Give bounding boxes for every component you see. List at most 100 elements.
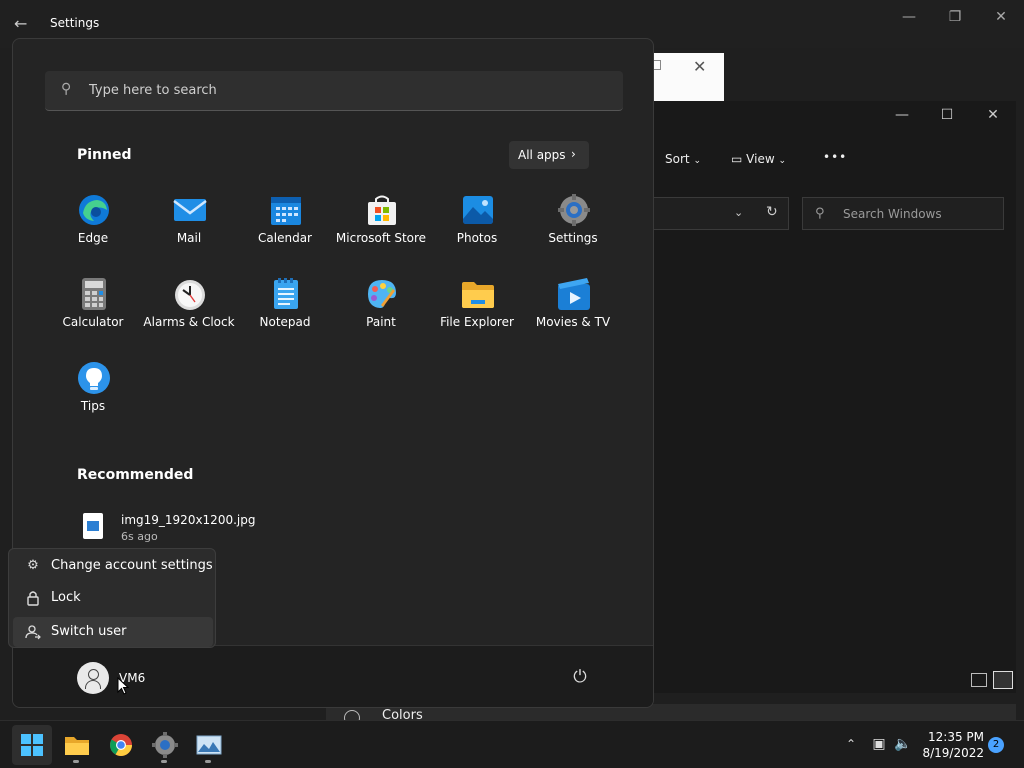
taskbar-clock[interactable]: 12:35 PM 8/19/2022	[920, 729, 984, 761]
calculator-icon	[82, 278, 106, 310]
clock-icon	[175, 280, 205, 310]
pinned-app-calculator[interactable]: Calculator	[45, 263, 141, 341]
pinned-app-paint[interactable]: Paint	[333, 263, 429, 341]
gear-user-icon: ⚙	[27, 558, 39, 573]
start-search-input[interactable]: ⚲ Type here to search	[45, 71, 623, 111]
app-name: Calendar	[258, 231, 312, 245]
app-name: Movies & TV	[535, 315, 611, 329]
view-label: View	[746, 152, 775, 166]
pinned-app-photos[interactable]: Photos	[429, 179, 525, 257]
change-account-settings-item[interactable]: ⚙ Change account settings	[13, 551, 213, 581]
details-view-icon[interactable]	[971, 673, 987, 687]
app-name: Calculator	[62, 315, 124, 329]
back-arrow-icon[interactable]: ←	[14, 14, 34, 34]
pinned-app-mail[interactable]: Mail	[141, 179, 237, 257]
more-options-icon[interactable]: •••	[823, 150, 847, 164]
pinned-app-microsoft-store[interactable]: Microsoft Store	[333, 179, 429, 257]
start-search-placeholder: Type here to search	[89, 83, 217, 98]
search-icon: ⚲	[815, 206, 825, 221]
movies-icon	[558, 278, 590, 310]
notepad-icon	[274, 278, 298, 309]
start-button[interactable]	[12, 725, 52, 765]
app-name: Photos	[456, 231, 498, 245]
lock-item[interactable]: Lock	[13, 583, 213, 613]
menu-item-label: Change account settings	[51, 558, 213, 573]
all-apps-button[interactable]: All apps ›	[509, 141, 589, 169]
view-button[interactable]: ▭ View ⌄	[731, 152, 786, 166]
running-indicator	[161, 760, 167, 763]
switch-user-icon	[25, 624, 41, 640]
app-name: Edge	[77, 231, 109, 245]
running-indicator	[205, 760, 211, 763]
refresh-icon[interactable]: ↻	[766, 204, 778, 220]
menu-item-label: Lock	[51, 590, 81, 605]
close-icon[interactable]: ✕	[978, 107, 1008, 123]
switch-user-item[interactable]: Switch user	[13, 617, 213, 647]
taskbar-chrome[interactable]	[101, 725, 141, 765]
explorer-search-box[interactable]: ⚲ Search Windows	[802, 197, 1004, 230]
taskbar-file-explorer[interactable]	[57, 725, 97, 765]
explorer-search-placeholder: Search Windows	[843, 207, 942, 221]
menu-item-label: Switch user	[51, 624, 127, 639]
chevron-up-icon[interactable]: ⌃	[846, 737, 856, 751]
chevron-down-icon: ⌄	[778, 156, 787, 166]
power-icon[interactable]: ⏻	[569, 666, 591, 688]
running-indicator	[73, 760, 79, 763]
windows-logo-icon	[21, 734, 43, 756]
pinned-app-settings[interactable]: Settings	[525, 179, 621, 257]
notification-badge[interactable]: 2	[988, 737, 1004, 753]
recommended-item[interactable]: img19_1920x1200.jpg 6s ago	[79, 509, 319, 549]
gear-icon	[558, 194, 590, 226]
taskbar-settings[interactable]	[145, 725, 185, 765]
minimize-icon[interactable]: —	[887, 107, 917, 123]
explorer-titlebar: — ☐ ✕	[653, 101, 1016, 131]
sort-button[interactable]: Sort ⌄	[665, 152, 701, 166]
explorer-toolbar: Sort ⌄ ▭ View ⌄ •••	[653, 145, 1016, 175]
recommended-file-time: 6s ago	[121, 530, 158, 543]
volume-icon[interactable]: 🔈	[894, 735, 912, 753]
file-explorer-window: — ☐ ✕ Sort ⌄ ▭ View ⌄ ••• ⌄ ↻ ⚲ Search W…	[653, 101, 1016, 693]
pinned-title: Pinned	[77, 147, 132, 163]
lightbulb-icon	[78, 362, 110, 394]
large-icons-view-icon[interactable]	[993, 671, 1013, 689]
calendar-icon	[271, 197, 301, 225]
clock-date: 8/19/2022	[922, 746, 984, 760]
lock-icon	[25, 590, 41, 606]
clock-time: 12:35 PM	[928, 730, 984, 744]
app-name: Microsoft Store	[335, 231, 427, 245]
account-flyout-menu: ⚙ Change account settings Lock Switch us…	[8, 548, 216, 648]
recommended-file-name: img19_1920x1200.jpg	[121, 513, 256, 527]
address-bar[interactable]: ⌄ ↻	[653, 197, 789, 230]
restore-icon[interactable]: ❐	[932, 6, 978, 28]
app-name: Tips	[80, 399, 106, 413]
pinned-app-calendar[interactable]: Calendar	[237, 179, 333, 257]
minimize-icon[interactable]: —	[886, 6, 932, 28]
app-name: Notepad	[259, 315, 311, 329]
pinned-app-file-explorer[interactable]: File Explorer	[429, 263, 525, 341]
chevron-right-icon: ›	[571, 147, 576, 161]
close-icon[interactable]: ✕	[978, 6, 1024, 28]
taskbar-photos-app[interactable]	[189, 725, 229, 765]
chevron-down-icon: ⌄	[693, 156, 701, 166]
pinned-app-movies-tv[interactable]: Movies & TV	[525, 263, 621, 341]
chevron-down-icon[interactable]: ⌄	[734, 206, 743, 219]
folder-icon	[65, 737, 89, 755]
network-icon[interactable]: ▣	[870, 735, 888, 753]
close-icon[interactable]: ✕	[693, 57, 706, 76]
edge-icon	[79, 195, 109, 225]
photos-icon	[463, 196, 493, 224]
background-dialog: ✕	[653, 53, 724, 101]
monitor-icon: ▭	[731, 152, 743, 166]
user-avatar-icon[interactable]	[77, 662, 109, 694]
maximize-icon[interactable]: ☐	[932, 107, 962, 123]
image-file-icon	[83, 513, 103, 539]
app-name: Mail	[176, 231, 202, 245]
app-name: File Explorer	[440, 315, 514, 329]
folder-icon	[462, 282, 494, 308]
pinned-app-notepad[interactable]: Notepad	[237, 263, 333, 341]
maximize-icon[interactable]	[653, 60, 661, 70]
pinned-app-alarms-clock[interactable]: Alarms & Clock	[141, 263, 237, 341]
image-viewer-icon	[196, 735, 222, 755]
pinned-app-tips[interactable]: Tips	[45, 347, 141, 425]
pinned-app-edge[interactable]: Edge	[45, 179, 141, 257]
